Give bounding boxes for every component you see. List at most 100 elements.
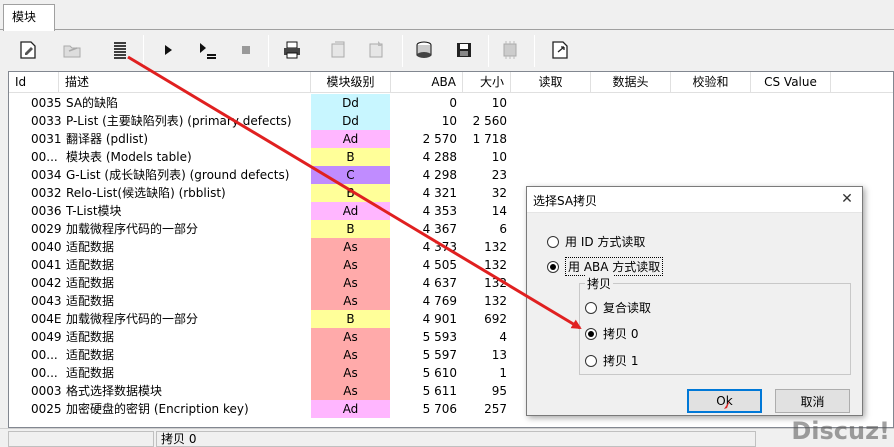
tab-modules[interactable]: 模块 — [3, 4, 55, 31]
cell-level: Ad — [311, 202, 390, 220]
export-button[interactable] — [546, 36, 574, 64]
cell-id: 0025 — [31, 402, 62, 416]
cell-level: Dd — [311, 94, 390, 112]
cell-aba: 5 593 — [422, 330, 457, 344]
toolbar — [0, 31, 894, 71]
edit-page-icon — [20, 41, 36, 59]
radio-read-by-id[interactable]: 用 ID 方式读取 — [547, 233, 645, 250]
radio-dot — [547, 235, 559, 248]
radio-copy-1-label: 拷贝 1 — [603, 354, 639, 368]
export-page-icon — [552, 41, 568, 59]
cell-level: As — [311, 346, 390, 364]
floppy-icon — [457, 43, 471, 57]
write-module-button[interactable] — [362, 36, 390, 64]
cell-level: B — [311, 310, 390, 328]
cell-size: 132 — [484, 294, 507, 308]
cell-aba: 5 706 — [422, 402, 457, 416]
run-to-button[interactable] — [192, 36, 220, 64]
cell-size: 10 — [491, 150, 507, 164]
cell-level: C — [311, 166, 390, 184]
cell-desc: 格式选择数据模块 — [66, 384, 163, 398]
table-row[interactable]: 00... 模块表 (Models table) B 4 288 10 — [9, 148, 893, 166]
radio-dot-selected — [585, 327, 597, 340]
copy-group-label: 拷贝 — [585, 275, 614, 292]
cell-desc: 适配数据 — [66, 348, 115, 362]
list-button[interactable] — [106, 36, 134, 64]
cancel-button[interactable]: 取消 — [775, 389, 850, 413]
radio-composite-label: 复合读取 — [603, 301, 652, 315]
cell-aba: 4 321 — [422, 186, 457, 200]
stop-button[interactable] — [232, 36, 260, 64]
cell-aba: 4 288 — [422, 150, 457, 164]
chip-button[interactable] — [496, 36, 524, 64]
app-window: 模块 Id 描述 模块级别 ABA 大小 读取 数据头 校验和 CS Value… — [0, 0, 894, 447]
table-row[interactable]: 0031 翻译器 (pdlist) Ad 2 570 1 718 — [9, 130, 893, 148]
header-id[interactable]: Id — [9, 72, 59, 93]
radio-composite-read[interactable]: 复合读取 — [585, 299, 651, 316]
cell-id: 0029 — [31, 222, 62, 236]
cell-id: 00... — [31, 348, 58, 362]
cell-size: 10 — [491, 96, 507, 110]
cell-size: 132 — [484, 240, 507, 254]
printer-icon — [284, 41, 300, 59]
save-button[interactable] — [410, 36, 438, 64]
cell-size: 257 — [484, 402, 507, 416]
radio-read-by-aba[interactable]: 用 ABA 方式读取 — [547, 257, 664, 276]
header-aba[interactable]: ABA — [391, 72, 463, 93]
ok-label: Ok — [716, 394, 733, 408]
cell-desc: 适配数据 — [66, 330, 115, 344]
cell-level: B — [311, 184, 390, 202]
table-row[interactable]: 0034 G-List (成长缺陷列表) (ground defects) C 4 2… — [9, 166, 893, 184]
print-button[interactable] — [278, 36, 306, 64]
cell-desc: 模块表 (Models table) — [66, 150, 192, 164]
cell-level: B — [311, 220, 390, 238]
cell-desc: 加密硬盘的密钥 (Encription key) — [66, 402, 249, 416]
cell-desc: T-List模块 — [66, 204, 122, 218]
cell-desc: SA的缺陷 — [66, 96, 119, 110]
cell-id: 004E — [31, 312, 62, 326]
status-bar: 拷贝 0 — [0, 428, 894, 447]
table-row[interactable]: 0035 SA的缺陷 Dd 0 10 — [9, 94, 893, 112]
header-size[interactable]: 大小 — [463, 72, 511, 93]
cell-aba: 4 637 — [422, 276, 457, 290]
cell-level: As — [311, 364, 390, 382]
run-button[interactable] — [154, 36, 182, 64]
cell-size: 692 — [484, 312, 507, 326]
cell-aba: 0 — [449, 96, 457, 110]
stop-icon — [242, 46, 250, 54]
radio-dot-selected — [547, 260, 559, 273]
cell-level: As — [311, 382, 390, 400]
read-module-button[interactable] — [324, 36, 352, 64]
play-step-icon — [200, 43, 216, 59]
cell-desc: G-List (成长缺陷列表) (ground defects) — [66, 168, 290, 182]
cell-aba: 4 353 — [422, 204, 457, 218]
radio-copy-1[interactable]: 拷贝 1 — [585, 352, 638, 369]
edit-module-button[interactable] — [14, 36, 42, 64]
save-all-button[interactable] — [450, 36, 478, 64]
table-row[interactable]: 0033 P-List (主要缺陷列表) (primary defects) Dd 1… — [9, 112, 893, 130]
open-module-button[interactable] — [58, 36, 86, 64]
cell-size: 14 — [491, 204, 507, 218]
cell-desc: 加载微程序代码的一部分 — [66, 222, 199, 236]
header-desc[interactable]: 描述 — [59, 72, 311, 93]
cell-id: 00... — [31, 150, 58, 164]
select-sa-copy-dialog: 选择SA拷贝 ✕ 用 ID 方式读取 用 ABA 方式读取 拷贝 复合读取 拷贝… — [526, 186, 863, 416]
header-level[interactable]: 模块级别 — [311, 72, 391, 93]
status-text: 拷贝 0 — [156, 431, 756, 447]
radio-copy-0[interactable]: 拷贝 0 — [585, 325, 638, 342]
cell-level: As — [311, 256, 390, 274]
header-checksum[interactable]: 校验和 — [671, 72, 751, 93]
cell-aba: 4 373 — [422, 240, 457, 254]
header-read[interactable]: 读取 — [511, 72, 591, 93]
cell-aba: 2 570 — [422, 132, 457, 146]
cell-size: 32 — [491, 186, 507, 200]
ok-button[interactable]: Ok — [687, 389, 762, 413]
header-data-head[interactable]: 数据头 — [591, 72, 671, 93]
open-folder-icon — [63, 45, 81, 58]
cell-size: 2 560 — [472, 114, 507, 128]
cell-id: 0049 — [31, 330, 62, 344]
close-button[interactable]: ✕ — [838, 190, 856, 208]
cell-desc: 适配数据 — [66, 294, 115, 308]
header-cs-value[interactable]: CS Value — [751, 72, 831, 93]
cell-id: 0043 — [31, 294, 62, 308]
